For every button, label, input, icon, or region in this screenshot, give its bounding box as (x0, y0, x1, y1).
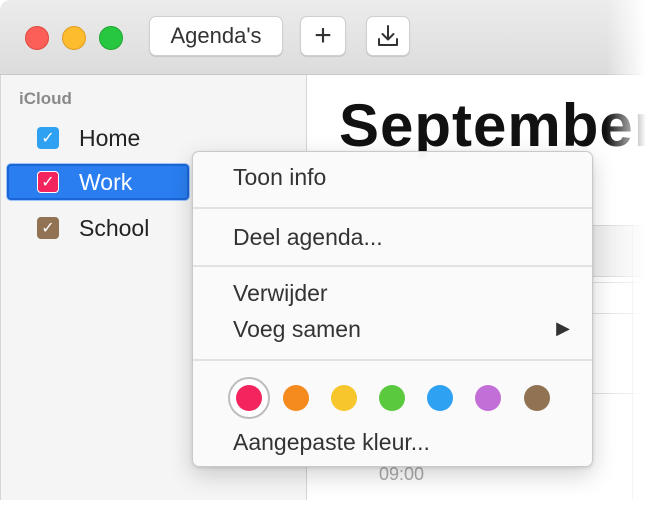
download-icon (378, 25, 398, 46)
maximize-window-button[interactable] (99, 26, 123, 50)
menu-separator (193, 359, 592, 361)
school-checkbox[interactable]: ✓ (37, 217, 59, 239)
calendar-item-work[interactable]: ✓ Work (7, 164, 189, 200)
color-swatch-brown[interactable] (524, 385, 550, 411)
color-swatch-blue[interactable] (427, 385, 453, 411)
menu-separator (193, 207, 592, 209)
calendar-item-home[interactable]: ✓ Home (7, 120, 189, 156)
color-swatch-green[interactable] (379, 385, 405, 411)
menu-item-share-calendar[interactable]: Deel agenda... (233, 224, 383, 251)
toolbar: Agenda's + (0, 0, 646, 75)
menu-separator (193, 265, 592, 267)
add-event-button[interactable]: + (300, 16, 346, 56)
color-swatch-purple[interactable] (475, 385, 501, 411)
calendar-item-label: Work (79, 168, 133, 195)
calendar-item-label: Home (79, 124, 141, 151)
color-swatch-orange[interactable] (283, 385, 309, 411)
sidebar-section-header: iCloud (19, 89, 72, 108)
month-title: September (339, 92, 646, 159)
time-label: 09:00 (379, 464, 425, 484)
menu-item-show-info[interactable]: Toon info (233, 164, 326, 191)
calendar-item-label: School (79, 214, 150, 241)
work-checkbox[interactable]: ✓ (37, 171, 59, 193)
color-picker-row (228, 377, 568, 419)
menu-item-merge[interactable]: Voeg samen (233, 316, 361, 343)
grid-divider (632, 225, 633, 500)
calendars-button-label: Agenda's (170, 23, 262, 48)
plus-icon: + (314, 19, 332, 52)
color-swatch-red[interactable] (236, 385, 262, 411)
download-button[interactable] (366, 16, 410, 56)
close-window-button[interactable] (25, 26, 49, 50)
submenu-arrow-icon: ▶ (556, 318, 570, 338)
home-checkbox[interactable]: ✓ (37, 127, 59, 149)
minimize-window-button[interactable] (62, 26, 86, 50)
calendar-context-menu: Toon info Deel agenda... Verwijder Voeg … (192, 151, 593, 467)
color-swatch-yellow[interactable] (331, 385, 357, 411)
calendar-item-school[interactable]: ✓ School (7, 210, 189, 246)
menu-item-custom-color[interactable]: Aangepaste kleur... (233, 429, 430, 456)
menu-item-delete[interactable]: Verwijder (233, 280, 328, 307)
calendars-button[interactable]: Agenda's (149, 16, 283, 56)
